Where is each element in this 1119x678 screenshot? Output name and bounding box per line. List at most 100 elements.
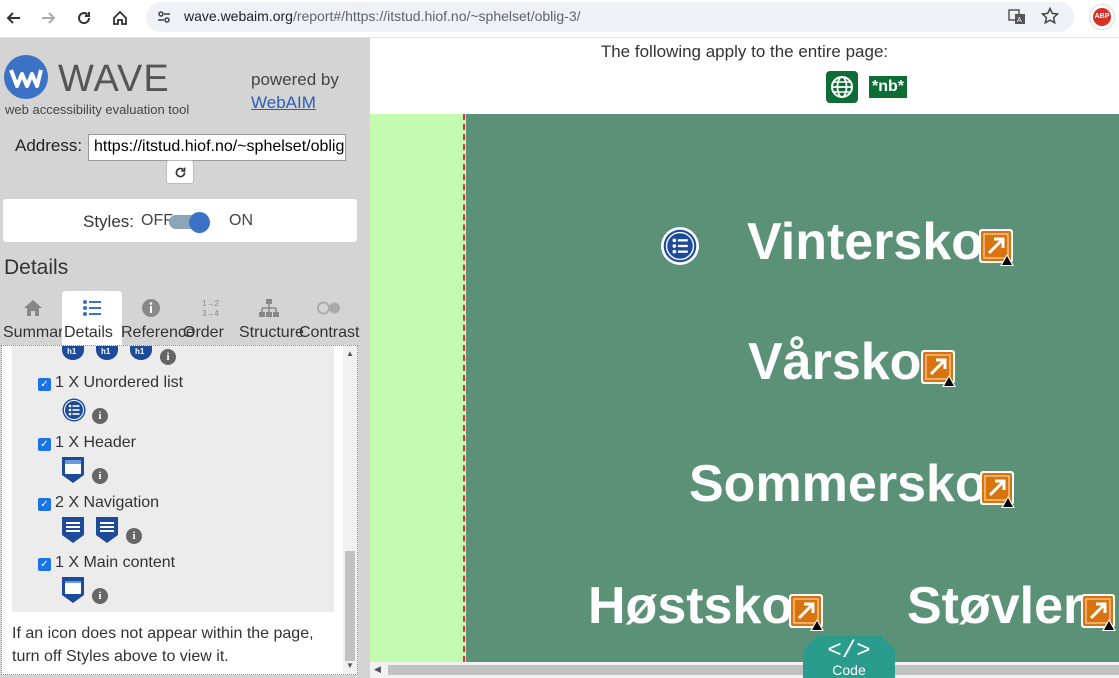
redundant-link-alert-icon[interactable]	[788, 593, 826, 631]
unordered-list-icon[interactable]	[661, 227, 699, 265]
link-vintersko[interactable]: Vintersko	[747, 212, 983, 272]
svg-text:h1: h1	[67, 347, 77, 356]
address-label: Address:	[15, 136, 83, 155]
link-sommersko[interactable]: Sommersko	[689, 454, 987, 514]
browser-toolbar: wave.webaim.org/report#/https://itstud.h…	[0, 0, 1119, 38]
scrollbar-thumb[interactable]	[345, 551, 355, 661]
url-text: wave.webaim.org/report#/https://itstud.h…	[184, 8, 581, 24]
svg-text:3→4: 3→4	[202, 309, 219, 318]
refresh-button[interactable]	[166, 160, 194, 184]
list-icon	[80, 297, 104, 319]
tab-label: Structure	[239, 324, 304, 341]
info-icon[interactable]: i	[92, 408, 108, 424]
home-icon[interactable]	[106, 4, 134, 32]
adblock-extension-icon[interactable]: ABP	[1089, 4, 1115, 30]
svg-text:h1: h1	[135, 347, 145, 356]
redundant-link-alert-icon[interactable]	[1080, 593, 1118, 631]
svg-text:h1: h1	[101, 347, 111, 356]
checkbox-main-content[interactable]: ✓	[38, 558, 51, 571]
details-scrollbar[interactable]: ▲ ▼	[343, 346, 357, 674]
svg-text:A: A	[1017, 17, 1022, 24]
wave-logo-icon	[4, 55, 48, 99]
details-heading: Details	[4, 256, 69, 279]
tab-label: Details	[64, 324, 113, 341]
info-icon[interactable]: i	[126, 528, 142, 544]
horizontal-scrollbar[interactable]: ◀	[370, 662, 1119, 678]
main-content-icon[interactable]	[62, 577, 84, 603]
item-navigation: 2 X Navigation	[55, 494, 160, 511]
checkbox-unordered-list[interactable]: ✓	[38, 378, 51, 391]
item-header: 1 X Header	[55, 434, 136, 451]
tab-summary[interactable]: Summary	[3, 291, 63, 345]
tab-reference[interactable]: Reference	[121, 291, 195, 345]
tab-details[interactable]: Details	[62, 291, 122, 345]
reload-icon[interactable]	[70, 4, 98, 32]
webaim-link[interactable]: WebAIM	[251, 93, 316, 113]
tab-label: Summary	[3, 324, 63, 341]
translate-icon[interactable]: A	[1008, 8, 1026, 31]
site-settings-icon[interactable]	[156, 9, 172, 30]
code-button[interactable]: </> Code	[803, 636, 895, 678]
tab-structure[interactable]: Structure	[239, 291, 304, 345]
link-stovler[interactable]: Støvler	[907, 576, 1083, 636]
navigation-icon[interactable]	[96, 517, 118, 543]
info-icon[interactable]: i	[92, 588, 108, 604]
tab-order[interactable]: 1→2 3→4 Order	[183, 291, 243, 345]
info-icon[interactable]: i	[160, 349, 176, 365]
powered-by-text: powered by	[251, 70, 339, 89]
back-icon[interactable]	[0, 4, 28, 32]
tab-label: Order	[183, 324, 224, 341]
horizontal-scrollbar-thumb[interactable]	[388, 665, 1119, 675]
code-icon: </>	[827, 638, 871, 665]
heading-icon: h1	[96, 346, 118, 360]
wave-sidebar: WAVE web accessibility evaluation tool p…	[0, 38, 370, 678]
item-unordered-list: 1 X Unordered list	[55, 374, 184, 391]
page-apply-text: The following apply to the entire page:	[600, 42, 889, 61]
heading-icon: h1	[62, 346, 84, 360]
unordered-list-icon[interactable]	[62, 398, 86, 422]
refresh-icon	[175, 167, 185, 177]
svg-text:1→2: 1→2	[202, 299, 219, 308]
structure-icon	[257, 297, 281, 319]
checkbox-navigation[interactable]: ✓	[38, 498, 51, 511]
language-badge: *nb*	[869, 76, 907, 98]
order-icon: 1→2 3→4	[201, 297, 225, 319]
styles-on-label[interactable]: ON	[229, 212, 253, 230]
address-input[interactable]: https://itstud.hiof.no/~sphelset/oblig-3…	[88, 134, 346, 161]
report-page: Vintersko Vårsko Sommersko Høstsko Støvl…	[370, 114, 1119, 662]
scroll-down-icon[interactable]: ▼	[346, 661, 354, 670]
home-icon	[21, 297, 45, 319]
page-level-indicators: The following apply to the entire page: …	[370, 38, 1119, 114]
bookmark-star-icon[interactable]	[1040, 6, 1060, 30]
info-icon[interactable]: i	[92, 468, 108, 484]
redundant-link-alert-icon[interactable]	[979, 470, 1017, 508]
styles-panel: Styles: OFF ON	[3, 199, 357, 242]
page-boundary-line	[463, 114, 465, 662]
heading-icon: h1	[130, 346, 152, 360]
forward-icon[interactable]	[34, 4, 62, 32]
address-bar[interactable]: wave.webaim.org/report#/https://itstud.h…	[146, 2, 1074, 32]
scroll-up-icon[interactable]: ▲	[346, 349, 354, 358]
item-main-content: 1 X Main content	[55, 554, 176, 571]
language-icon[interactable]	[826, 71, 858, 103]
navigation-icon[interactable]	[62, 517, 84, 543]
checkbox-header[interactable]: ✓	[38, 438, 51, 451]
wave-title: WAVE	[58, 58, 170, 100]
tab-label: Contrast	[299, 324, 360, 341]
styles-label: Styles:	[83, 212, 135, 231]
contrast-icon	[317, 297, 341, 319]
redundant-link-alert-icon[interactable]	[978, 228, 1016, 266]
wave-subtitle: web accessibility evaluation tool	[5, 102, 190, 117]
header-region-icon[interactable]	[62, 457, 84, 483]
info-icon	[139, 297, 163, 319]
scroll-left-icon[interactable]: ◀	[374, 664, 381, 675]
details-list: h1 h1 h1 i ✓ 1 X Unordered list i ✓ 1 X …	[1, 345, 358, 675]
link-hostsko[interactable]: Høstsko	[588, 576, 793, 636]
styles-toggle-knob[interactable]	[189, 212, 210, 233]
redundant-link-alert-icon[interactable]	[920, 349, 958, 387]
panel-tabs: Summary Details Reference 1→23→4 Order S…	[3, 291, 359, 345]
tab-contrast[interactable]: Contrast	[299, 291, 359, 345]
styles-footnote: If an icon does not appear within the pa…	[12, 625, 314, 665]
link-varsko[interactable]: Vårsko	[748, 332, 921, 392]
code-label: Code	[832, 662, 866, 678]
